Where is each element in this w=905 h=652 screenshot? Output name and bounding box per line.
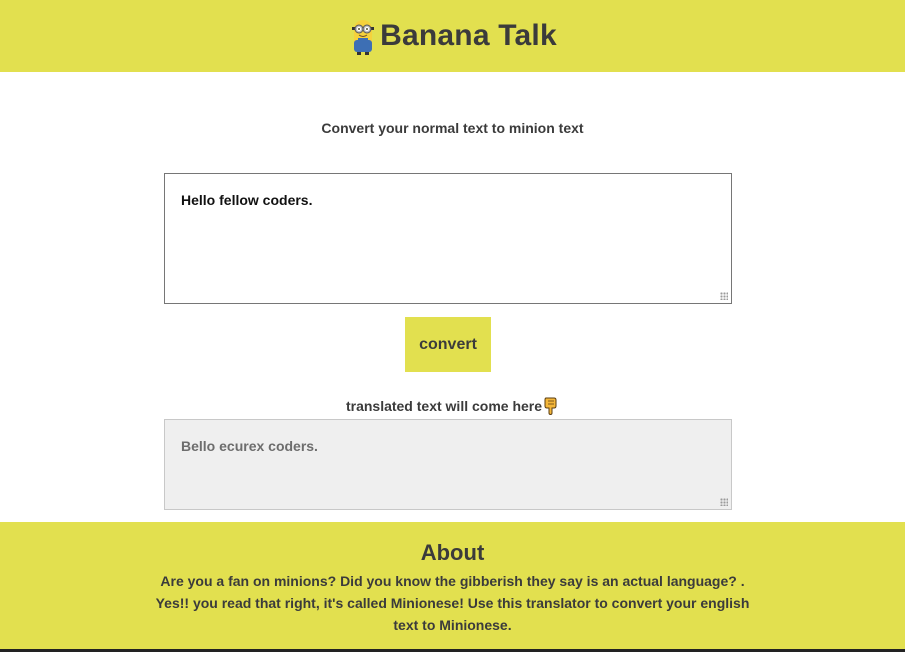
- input-text-value: Hello fellow coders.: [181, 192, 313, 208]
- output-label: translated text will come here: [0, 397, 905, 415]
- output-textarea[interactable]: Bello ecurex coders.: [164, 419, 732, 510]
- pointing-down-hand-icon: [544, 397, 557, 415]
- output-label-text: translated text will come here: [345, 398, 543, 414]
- resize-grip-icon[interactable]: [720, 498, 728, 506]
- about-section: About Are you a fan on minions? Did you …: [0, 522, 905, 649]
- brand: Banana Talk: [348, 16, 557, 56]
- resize-grip-icon[interactable]: [720, 292, 728, 300]
- convert-button[interactable]: convert: [405, 317, 491, 372]
- app-header: Banana Talk: [0, 0, 905, 72]
- about-text: Are you a fan on minions? Did you know t…: [155, 573, 750, 633]
- output-text-value: Bello ecurex coders.: [181, 438, 318, 454]
- page-subtitle: Convert your normal text to minion text: [321, 120, 584, 136]
- app-title: Banana Talk: [380, 19, 557, 52]
- input-textarea[interactable]: Hello fellow coders.: [164, 173, 732, 304]
- about-title: About: [420, 540, 485, 565]
- minion-icon: [352, 20, 375, 55]
